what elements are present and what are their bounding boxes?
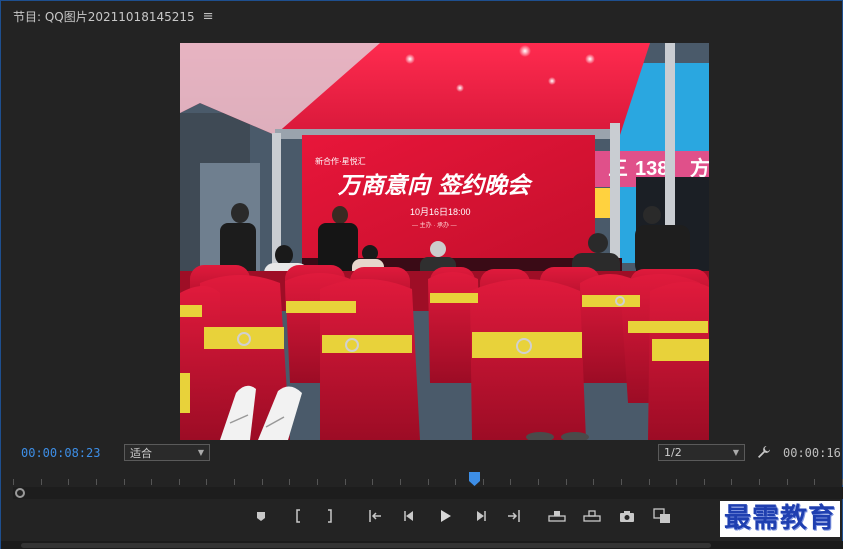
ruler-tick (593, 479, 594, 485)
chevron-down-icon: ▼ (197, 448, 204, 457)
play-icon (441, 510, 451, 522)
ruler-tick (206, 479, 207, 485)
ruler-tick (124, 479, 125, 485)
mark-in-button[interactable] (288, 506, 308, 526)
extract-button[interactable] (582, 506, 602, 526)
horizontal-scrollbar[interactable] (1, 541, 843, 549)
resolution-label: 1/2 (664, 446, 682, 459)
ruler-tick (538, 479, 539, 485)
export-frame-button[interactable] (617, 506, 637, 526)
chevron-down-icon: ▼ (732, 448, 739, 457)
playback-resolution-select[interactable]: 1/2 ▼ (658, 444, 745, 461)
wrench-icon[interactable] (757, 445, 771, 459)
step-back-icon (404, 511, 413, 521)
ruler-tick (428, 479, 429, 485)
ruler-tick (179, 479, 180, 485)
program-monitor-panel: 节目: QQ图片20211018145215 ≡ 138 方 新合作·星悦汇 万… (0, 0, 843, 549)
duration-timecode: 00:00:16: (783, 446, 843, 460)
sign-text-3: 方 (690, 156, 709, 180)
ruler-tick (731, 479, 732, 485)
ruler-tick (234, 479, 235, 485)
fit-select-label: 适合 (130, 446, 152, 460)
program-viewer[interactable]: 三 138 方 新合作·星悦汇 万商意向 签约晚会 10月16日18:00 — … (180, 43, 709, 440)
ruler-tick (289, 479, 290, 485)
zoom-scroll-bar[interactable] (13, 487, 843, 499)
go-to-out-button[interactable] (504, 506, 524, 526)
mark-in-icon (296, 509, 300, 523)
camera-icon (620, 511, 634, 522)
time-ruler[interactable] (13, 471, 843, 487)
ruler-tick (621, 479, 622, 485)
ruler-tick (372, 479, 373, 485)
lift-button[interactable] (547, 506, 567, 526)
marker-icon (257, 512, 265, 521)
go-to-in-icon (369, 510, 381, 522)
ruler-tick (455, 479, 456, 485)
transport-controls (1, 506, 843, 528)
ruler-tick (759, 479, 760, 485)
program-frame-image: 三 138 方 新合作·星悦汇 万商意向 签约晚会 10月16日18:00 — … (180, 43, 709, 440)
ruler-tick (345, 479, 346, 485)
lift-icon (548, 511, 566, 522)
ruler-tick (262, 479, 263, 485)
screen-headline: 万商意向 签约晚会 (337, 172, 533, 199)
screen-brand: 新合作·星悦汇 (315, 156, 366, 166)
screen-sub: — 主办 · 承办 — (412, 221, 457, 229)
comparison-view-button[interactable] (652, 506, 672, 526)
fit-select[interactable]: 适合 ▼ (124, 444, 210, 461)
ruler-tick (96, 479, 97, 485)
mark-out-button[interactable] (320, 506, 340, 526)
ruler-tick (400, 479, 401, 485)
ruler-tick (704, 479, 705, 485)
sign-text-2: 138 (635, 158, 668, 180)
panel-title: 节目: QQ图片20211018145215 (13, 9, 195, 24)
ruler-tick (41, 479, 42, 485)
ruler-tick (317, 479, 318, 485)
comparison-view-icon (653, 508, 670, 523)
ruler-tick (151, 479, 152, 485)
scrollbar-thumb[interactable] (21, 543, 711, 548)
ruler-tick (483, 479, 484, 485)
ruler-tick (566, 479, 567, 485)
add-marker-button[interactable] (251, 506, 271, 526)
panel-header: 节目: QQ图片20211018145215 ≡ (1, 1, 842, 31)
mark-out-icon (328, 509, 332, 523)
watermark-logo: 最需教育 (720, 501, 840, 537)
ruler-tick (676, 479, 677, 485)
ruler-tick (13, 479, 14, 485)
panel-menu-icon[interactable]: ≡ (203, 9, 214, 24)
extract-icon (583, 510, 601, 522)
step-forward-icon (477, 511, 486, 521)
zoom-handle[interactable] (15, 488, 25, 498)
go-to-in-button[interactable] (365, 506, 385, 526)
current-timecode[interactable]: 00:00:08:23 (21, 446, 100, 460)
ruler-tick (787, 479, 788, 485)
step-forward-button[interactable] (471, 506, 491, 526)
ruler-tick (510, 479, 511, 485)
playhead-marker[interactable] (469, 472, 480, 486)
ruler-tick (68, 479, 69, 485)
step-back-button[interactable] (399, 506, 419, 526)
ruler-tick (814, 479, 815, 485)
ruler-tick (649, 479, 650, 485)
go-to-out-icon (508, 510, 520, 522)
play-button[interactable] (435, 506, 455, 526)
screen-date: 10月16日18:00 (410, 207, 471, 217)
